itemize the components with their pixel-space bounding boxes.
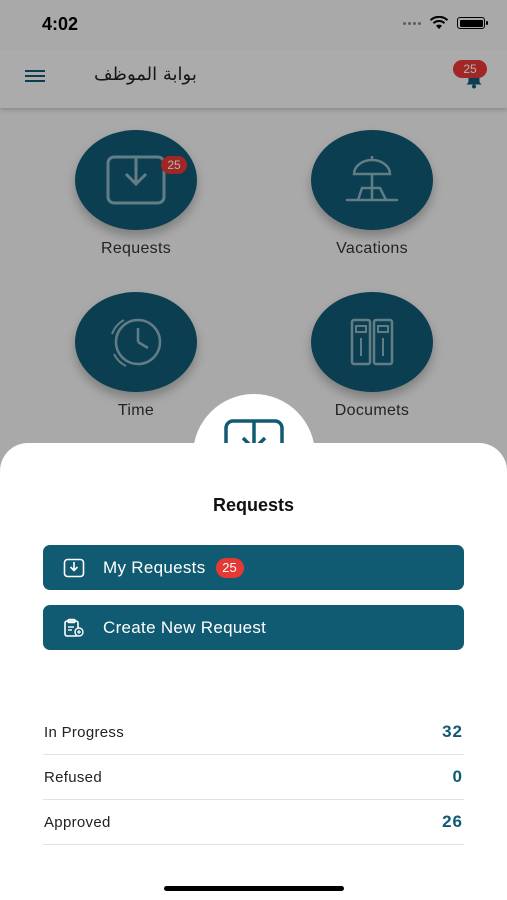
download-tray-icon	[63, 558, 85, 577]
stat-value: 0	[452, 767, 463, 786]
sheet-title: Requests	[212, 495, 295, 515]
stat-value: 26	[442, 812, 463, 831]
stat-row-approved: Approved 26	[43, 800, 464, 845]
my-requests-label: My Requests	[103, 557, 206, 577]
my-requests-button[interactable]: My Requests 25	[43, 545, 464, 590]
stat-value: 32	[442, 722, 463, 741]
my-requests-badge: 25	[215, 557, 244, 578]
home-indicator	[164, 886, 344, 891]
create-new-request-label: Create New Request	[103, 617, 267, 637]
clipboard-add-icon	[64, 618, 84, 637]
stat-row-refused: Refused 0	[43, 755, 464, 800]
stat-label: Approved	[44, 814, 111, 831]
stat-label: In Progress	[44, 724, 124, 741]
stat-row-in-progress: In Progress 32	[43, 710, 464, 755]
create-new-request-button[interactable]: Create New Request	[43, 605, 464, 650]
stat-label: Refused	[44, 769, 102, 786]
